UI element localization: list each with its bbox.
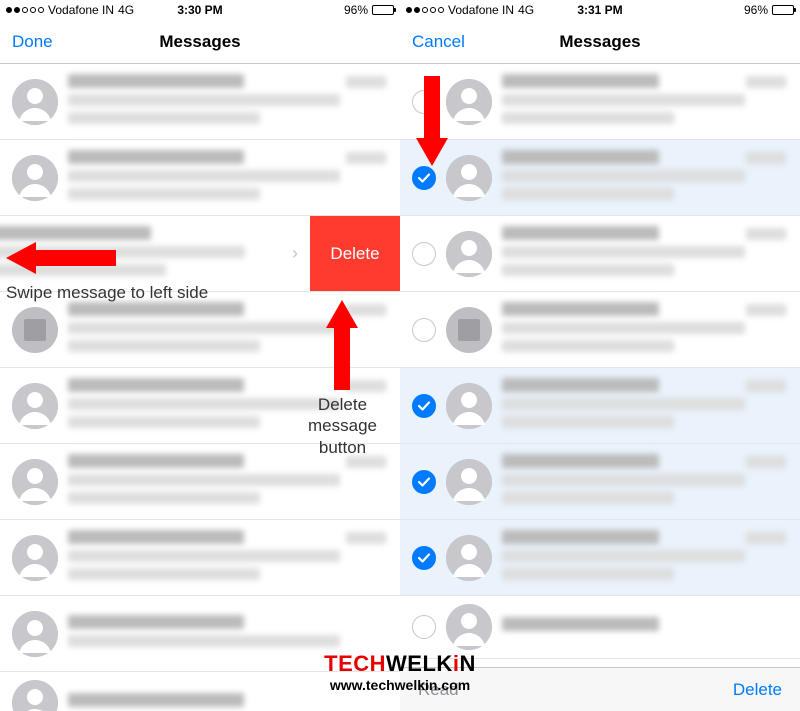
signal-strength-icon: [6, 7, 44, 13]
edit-toolbar: Read Delete: [400, 667, 800, 711]
select-checkbox-checked[interactable]: [412, 546, 436, 570]
avatar-icon: [12, 79, 58, 125]
avatar-icon: [12, 307, 58, 353]
avatar-icon: [12, 535, 58, 581]
status-bar: Vodafone IN 4G 3:30 PM 96%: [0, 0, 400, 20]
arrow-down-icon: [412, 76, 452, 166]
carrier-label: Vodafone IN: [448, 3, 514, 17]
right-screenshot: Vodafone IN 4G 3:31 PM 96% Cancel Messag…: [400, 0, 800, 711]
select-checkbox-checked[interactable]: [412, 394, 436, 418]
avatar-icon: [446, 79, 492, 125]
annotation-delete: Delete message button: [308, 300, 377, 458]
avatar-icon: [446, 459, 492, 505]
conversation-row[interactable]: [0, 64, 400, 140]
avatar-icon: [446, 535, 492, 581]
conversation-row[interactable]: [400, 368, 800, 444]
avatar-icon: [12, 611, 58, 657]
annotation-swipe: Swipe message to left side: [6, 238, 208, 303]
conversation-row[interactable]: [400, 596, 800, 659]
conversation-row[interactable]: [0, 672, 400, 711]
battery-pct-label: 96%: [744, 3, 768, 17]
select-checkbox-checked[interactable]: [412, 166, 436, 190]
avatar-icon: [446, 231, 492, 277]
avatar-icon: [446, 383, 492, 429]
select-checkbox[interactable]: [412, 242, 436, 266]
battery-pct-label: 96%: [344, 3, 368, 17]
select-checkbox-checked[interactable]: [412, 470, 436, 494]
left-screenshot: Vodafone IN 4G 3:30 PM 96% Done Messages: [0, 0, 400, 711]
delete-selected-button[interactable]: Delete: [733, 680, 782, 700]
network-label: 4G: [518, 3, 534, 17]
conversation-preview: [68, 74, 388, 130]
annotation-checkbox: [412, 76, 452, 166]
battery-icon: [372, 5, 394, 15]
conversation-row[interactable]: [400, 444, 800, 520]
nav-title: Messages: [0, 32, 400, 52]
conversation-row[interactable]: [0, 520, 400, 596]
conversation-row[interactable]: [400, 216, 800, 292]
avatar-icon: [12, 383, 58, 429]
messages-list-edit[interactable]: [400, 64, 800, 667]
conversation-row[interactable]: [400, 64, 800, 140]
conversation-preview: [68, 530, 388, 586]
select-checkbox[interactable]: [412, 615, 436, 639]
conversation-preview: [68, 150, 388, 206]
avatar-icon: [446, 155, 492, 201]
chevron-right-icon: ›: [292, 243, 298, 264]
conversation-row[interactable]: [0, 596, 400, 672]
conversation-row[interactable]: [400, 140, 800, 216]
conversation-preview: [68, 693, 388, 711]
conversation-row[interactable]: [0, 140, 400, 216]
network-label: 4G: [118, 3, 134, 17]
arrow-left-icon: [6, 238, 116, 278]
done-button[interactable]: Done: [12, 32, 53, 52]
arrow-up-icon: [322, 300, 362, 390]
battery-icon: [772, 5, 794, 15]
status-bar: Vodafone IN 4G 3:31 PM 96%: [400, 0, 800, 20]
annotation-delete-label: Delete message button: [308, 394, 377, 458]
annotation-swipe-label: Swipe message to left side: [6, 282, 208, 303]
conversation-preview: [502, 617, 788, 637]
cancel-button[interactable]: Cancel: [412, 32, 465, 52]
delete-swipe-button[interactable]: Delete: [310, 216, 400, 291]
select-checkbox[interactable]: [412, 318, 436, 342]
signal-strength-icon: [406, 7, 444, 13]
avatar-icon: [446, 604, 492, 650]
conversation-preview: [68, 615, 388, 653]
nav-bar: Cancel Messages: [400, 20, 800, 64]
nav-bar: Done Messages: [0, 20, 400, 64]
avatar-icon: [446, 307, 492, 353]
conversation-row[interactable]: [400, 520, 800, 596]
conversation-preview: [68, 454, 388, 510]
conversation-row[interactable]: [400, 292, 800, 368]
read-button[interactable]: Read: [418, 680, 459, 700]
carrier-label: Vodafone IN: [48, 3, 114, 17]
avatar-icon: [12, 680, 58, 711]
avatar-icon: [12, 155, 58, 201]
avatar-icon: [12, 459, 58, 505]
